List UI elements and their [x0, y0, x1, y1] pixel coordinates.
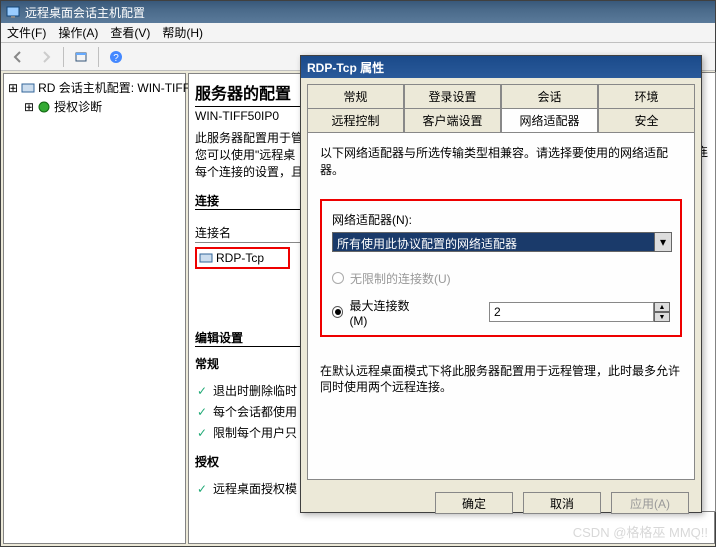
help-button[interactable]: ?	[105, 46, 127, 68]
refresh-button[interactable]	[70, 46, 92, 68]
check-icon: ✓	[195, 482, 209, 496]
tree-child[interactable]: ⊞ 授权诊断	[8, 97, 181, 116]
tab-remote-control[interactable]: 远程控制	[307, 108, 404, 132]
tree-child-label: 授权诊断	[54, 98, 102, 115]
connection-icon	[199, 251, 213, 265]
edit-item-label: 限制每个用户只	[213, 424, 297, 441]
tab-network-adapter[interactable]: 网络适配器	[501, 108, 598, 132]
properties-dialog: RDP-Tcp 属性 常规 登录设置 会话 环境 远程控制 客户端设置 网络适配…	[300, 55, 702, 513]
window-title: 远程桌面会话主机配置	[25, 4, 145, 21]
cancel-button[interactable]: 取消	[523, 492, 601, 514]
dialog-title-text: RDP-Tcp 属性	[307, 59, 384, 76]
tab-content: 以下网络适配器与所选传输类型相兼容。请选择要使用的网络适配器。 网络适配器(N)…	[307, 132, 695, 480]
radio-unlimited: 无限制的连接数(U)	[332, 270, 670, 287]
menu-action[interactable]: 操作(A)	[58, 24, 98, 41]
check-icon: ✓	[195, 426, 209, 440]
tab-security[interactable]: 安全	[598, 108, 695, 132]
max-connections-input[interactable]	[489, 302, 654, 322]
menu-file[interactable]: 文件(F)	[7, 24, 46, 41]
conn-item-rdp[interactable]: RDP-Tcp	[199, 251, 286, 265]
tab-logon[interactable]: 登录设置	[404, 84, 501, 108]
radio-icon	[332, 272, 344, 284]
conn-item-label: RDP-Tcp	[216, 251, 264, 265]
menubar: 文件(F) 操作(A) 查看(V) 帮助(H)	[1, 23, 715, 43]
forward-button[interactable]	[35, 46, 57, 68]
check-icon: ✓	[195, 384, 209, 398]
tab-session[interactable]: 会话	[501, 84, 598, 108]
dialog-button-row: 确定 取消 应用(A)	[301, 486, 701, 520]
adapter-label: 网络适配器(N):	[332, 211, 670, 228]
dropdown-arrow-icon[interactable]: ▾	[654, 232, 672, 252]
dialog-titlebar: RDP-Tcp 属性	[301, 56, 701, 78]
edit-item-label: 退出时删除临时	[213, 382, 297, 399]
spinner[interactable]: ▲ ▼	[654, 302, 670, 322]
server-icon	[21, 81, 35, 95]
tab-environment[interactable]: 环境	[598, 84, 695, 108]
tab-general[interactable]: 常规	[307, 84, 404, 108]
tree-root[interactable]: ⊞ RD 会话主机配置: WIN-TIFF5	[8, 78, 181, 97]
menu-view[interactable]: 查看(V)	[110, 24, 150, 41]
expand-icon[interactable]: ⊞	[8, 81, 18, 95]
tree-root-label: RD 会话主机配置: WIN-TIFF5	[38, 79, 197, 96]
highlight-box: 网络适配器(N): 所有使用此协议配置的网络适配器 ▾ 无限制的连接数(U) 最…	[320, 199, 682, 337]
spinner-down-icon[interactable]: ▼	[654, 312, 670, 322]
edit-item-label: 远程桌面授权模	[213, 480, 297, 497]
adapter-dropdown[interactable]: 所有使用此协议配置的网络适配器 ▾	[332, 232, 672, 252]
tab-client[interactable]: 客户端设置	[404, 108, 501, 132]
tab-strip: 常规 登录设置 会话 环境 远程控制 客户端设置 网络适配器 安全	[307, 84, 695, 132]
toolbar-separator	[98, 47, 99, 67]
radio-icon[interactable]	[332, 306, 343, 318]
instruction-text: 以下网络适配器与所选传输类型相兼容。请选择要使用的网络适配器。	[320, 145, 682, 179]
back-button[interactable]	[7, 46, 29, 68]
menu-help[interactable]: 帮助(H)	[162, 24, 203, 41]
spinner-up-icon[interactable]: ▲	[654, 302, 670, 312]
main-titlebar: 远程桌面会话主机配置	[1, 1, 715, 23]
toolbar-separator	[63, 47, 64, 67]
radio-max-label: 最大连接数(M)	[349, 297, 423, 328]
svg-text:?: ?	[113, 53, 119, 64]
apply-button[interactable]: 应用(A)	[611, 492, 689, 514]
conn-highlight: RDP-Tcp	[195, 247, 290, 269]
check-icon: ✓	[195, 405, 209, 419]
radio-max[interactable]: 最大连接数(M) ▲ ▼	[332, 297, 670, 328]
tree-pane: ⊞ RD 会话主机配置: WIN-TIFF5 ⊞ 授权诊断	[3, 73, 186, 544]
app-icon	[5, 4, 21, 20]
note-text: 在默认远程桌面模式下将此服务器配置用于远程管理，此时最多允许同时使用两个远程连接…	[320, 363, 682, 397]
expand-icon[interactable]: ⊞	[24, 100, 34, 114]
edit-item-label: 每个会话都使用	[213, 403, 297, 420]
radio-unlimited-label: 无限制的连接数(U)	[350, 270, 451, 287]
diag-icon	[37, 100, 51, 114]
ok-button[interactable]: 确定	[435, 492, 513, 514]
adapter-value: 所有使用此协议配置的网络适配器	[332, 232, 654, 252]
